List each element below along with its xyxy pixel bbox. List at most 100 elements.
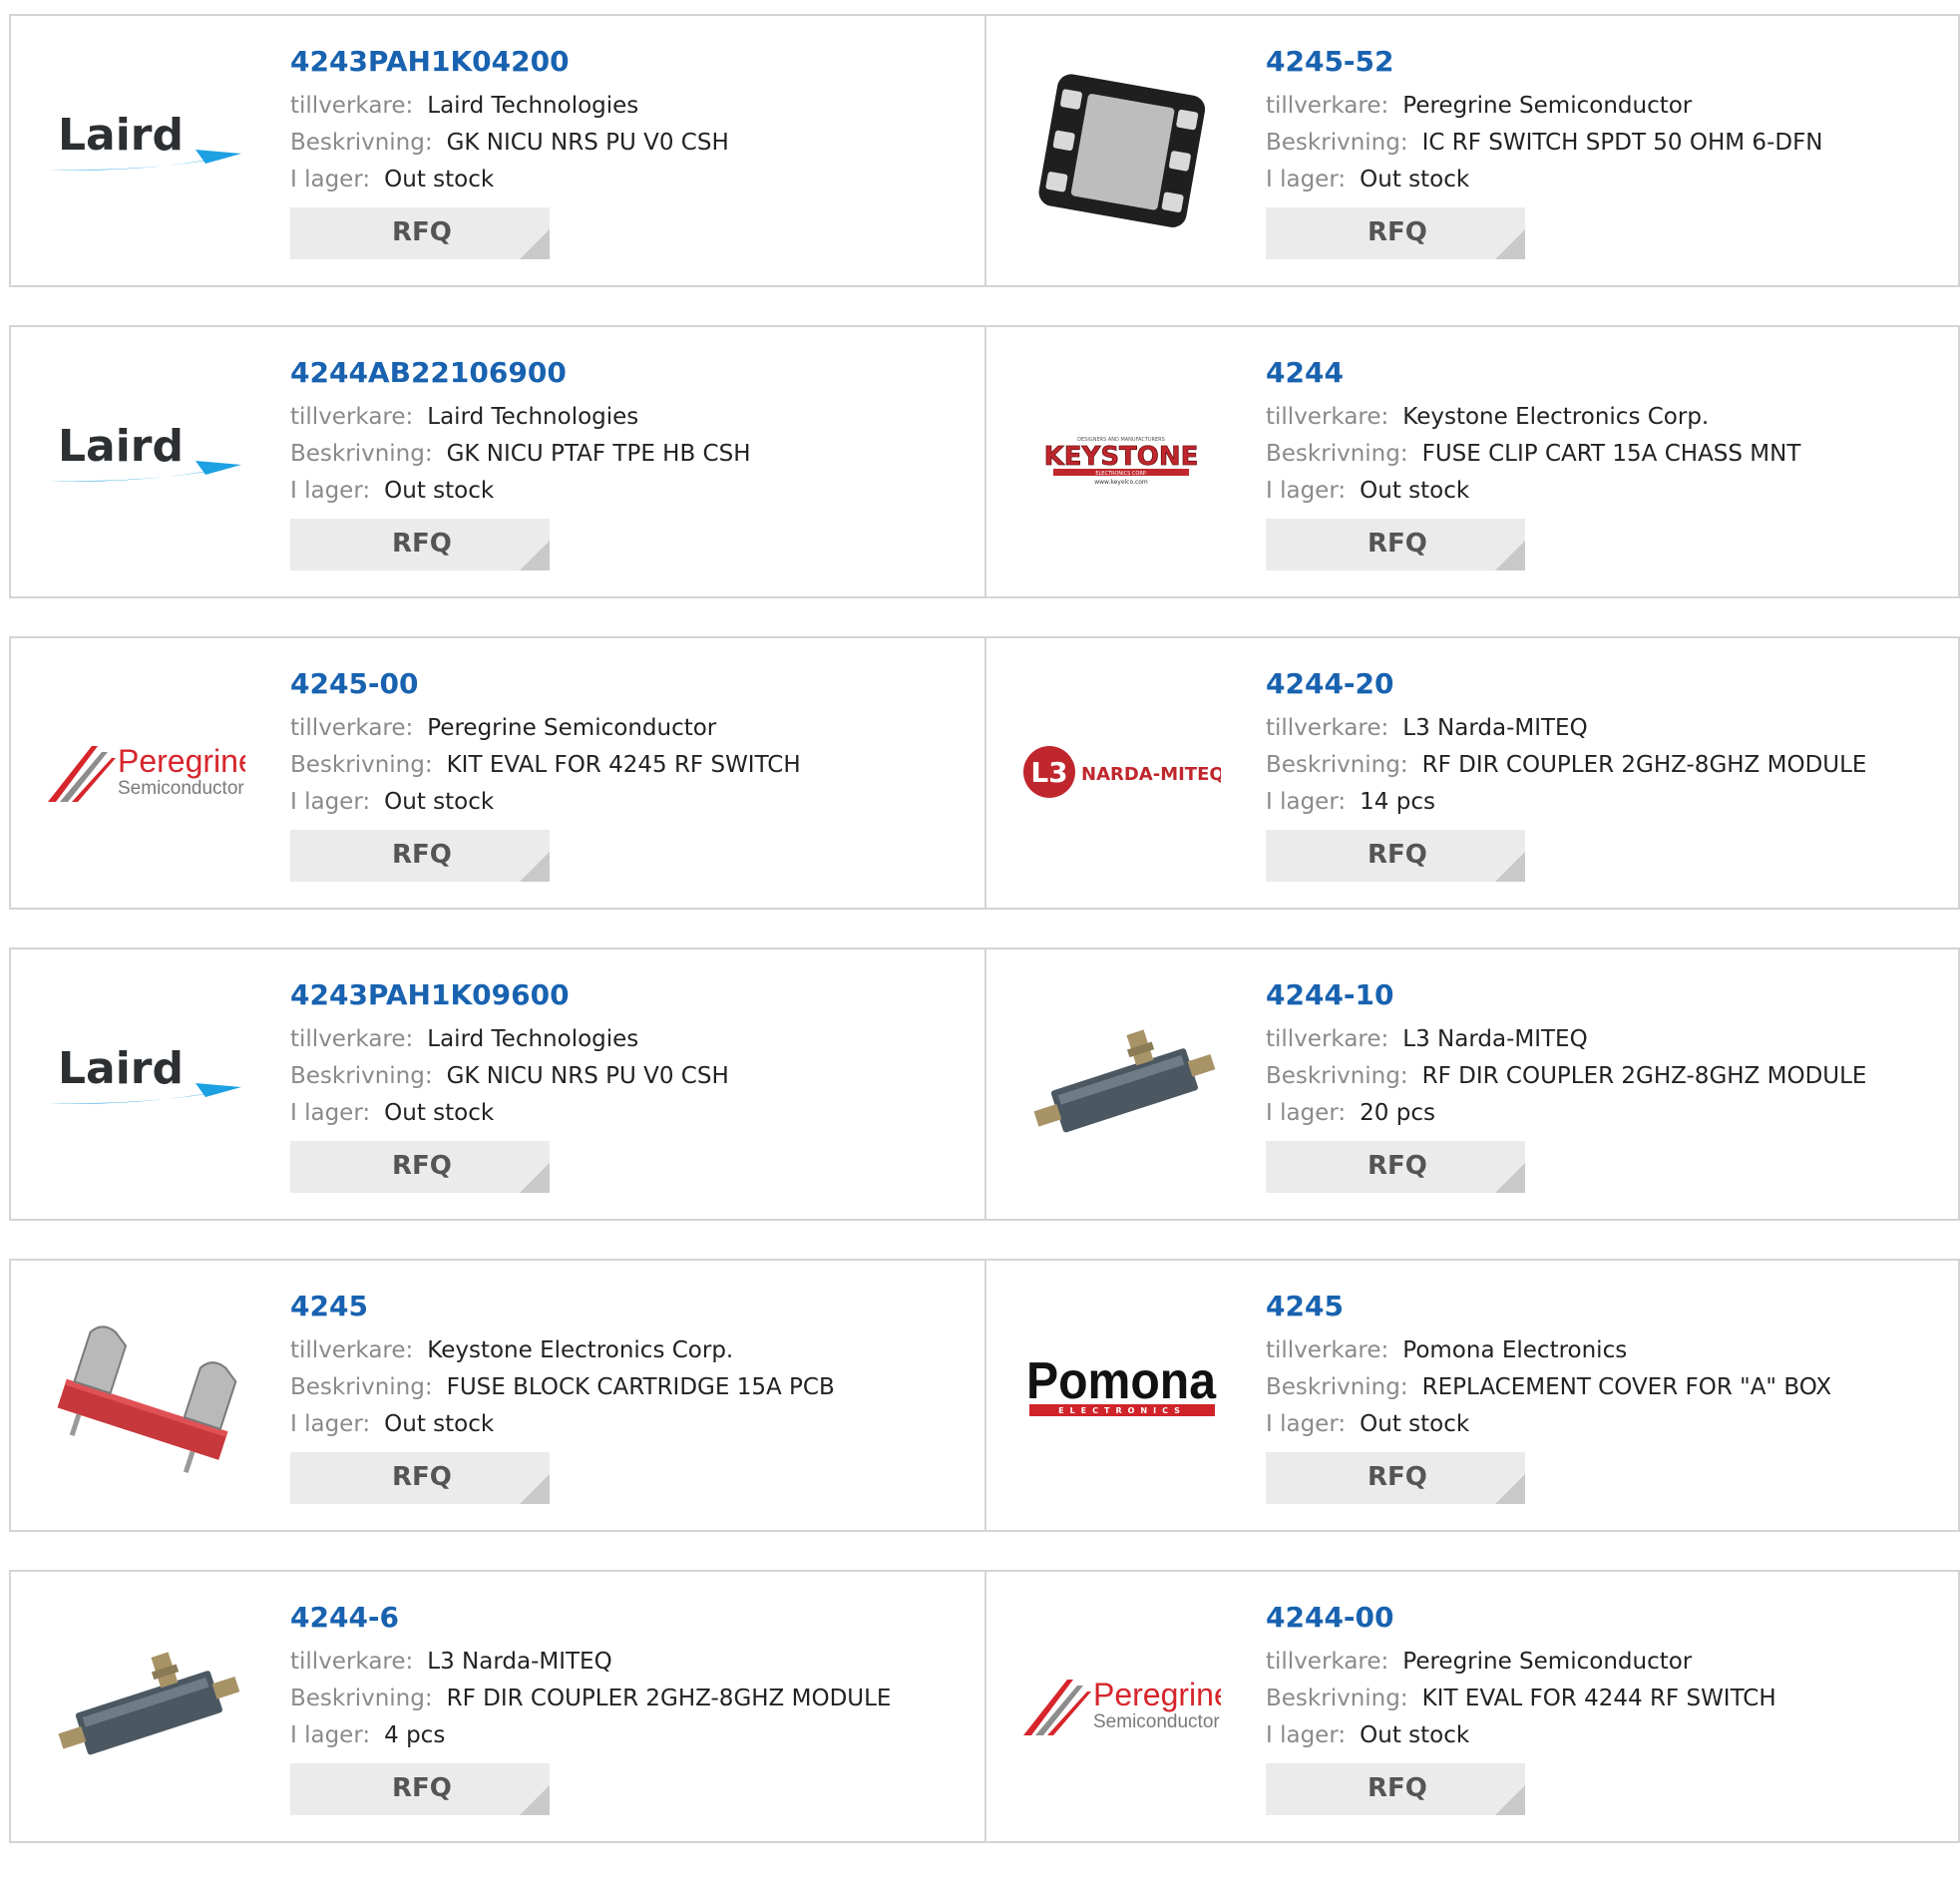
product-thumbnail[interactable] [1021,983,1221,1183]
product-card: 4245 tillverkare: Keystone Electronics Co… [11,1261,984,1530]
manufacturer-line: tillverkare: L3 Narda-MITEQ [1266,710,1948,747]
rfq-button[interactable]: RFQ [1266,1763,1525,1815]
peregrine-logo: Peregrine Semiconductor [48,743,245,802]
manufacturer-label: tillverkare: [1266,93,1389,119]
corner-triangle-icon [520,1163,550,1193]
part-number-link[interactable]: 4243PAH1K04200 [290,44,975,80]
manufacturer-value: L3 Narda-MITEQ [1402,715,1588,741]
product-thumbnail[interactable]: Pomona ELECTRONICS [1021,1295,1221,1494]
rfq-button[interactable]: RFQ [1266,830,1525,882]
part-number-link[interactable]: 4244-6 [290,1600,975,1636]
stock-label: I lager: [1266,789,1347,815]
corner-triangle-icon [1495,541,1525,570]
manufacturer-value: Laird Technologies [427,93,639,119]
corner-triangle-icon [520,1785,550,1815]
product-thumbnail[interactable]: L3 NARDA-MITEQ [1021,672,1221,872]
stock-value: 14 pcs [1360,789,1435,815]
rfq-button[interactable]: RFQ [290,1141,550,1193]
part-number-link[interactable]: 4245-00 [290,666,975,702]
manufacturer-line: tillverkare: L3 Narda-MITEQ [290,1644,975,1681]
corner-triangle-icon [520,852,550,882]
description-label: Beskrivning: [1266,752,1408,778]
manufacturer-line: tillverkare: Peregrine Semiconductor [290,710,975,747]
corner-triangle-icon [520,229,550,259]
product-thumbnail[interactable]: Peregrine Semiconductor [46,672,245,872]
description-value: GK NICU PTAF TPE HB CSH [446,441,751,467]
manufacturer-label: tillverkare: [290,715,414,741]
description-value: KIT EVAL FOR 4245 RF SWITCH [446,752,801,778]
description-line: Beskrivning: GK NICU NRS PU V0 CSH [290,1058,975,1095]
part-number-link[interactable]: 4243PAH1K09600 [290,977,975,1013]
part-number-link[interactable]: 4244-20 [1266,666,1948,702]
manufacturer-label: tillverkare: [1266,404,1389,430]
product-thumbnail[interactable]: Laird [46,983,245,1183]
part-number-link[interactable]: 4245-52 [1266,44,1948,80]
product-thumbnail[interactable]: Laird [46,50,245,249]
description-value: IC RF SWITCH SPDT 50 OHM 6-DFN [1421,130,1823,156]
description-value: RF DIR COUPLER 2GHZ-8GHZ MODULE [446,1686,892,1711]
stock-label: I lager: [1266,167,1347,192]
description-line: Beskrivning: GK NICU NRS PU V0 CSH [290,125,975,162]
product-card: Peregrine Semiconductor 4245-00 tillverk… [11,638,984,908]
part-number-link[interactable]: 4244AB22106900 [290,355,975,391]
rfq-button[interactable]: RFQ [1266,1452,1525,1504]
product-thumbnail[interactable]: Peregrine Semiconductor [1021,1606,1221,1805]
description-label: Beskrivning: [290,752,433,778]
rfq-button[interactable]: RFQ [290,519,550,570]
part-number-link[interactable]: 4245 [290,1289,975,1324]
stock-label: I lager: [290,478,371,504]
product-thumbnail[interactable] [1021,50,1221,249]
description-value: RF DIR COUPLER 2GHZ-8GHZ MODULE [1421,1063,1867,1089]
rfq-button[interactable]: RFQ [290,1452,550,1504]
product-info: 4244-00 tillverkare: Peregrine Semiconduc… [1266,1600,1948,1815]
part-number-link[interactable]: 4244-00 [1266,1600,1948,1636]
manufacturer-label: tillverkare: [290,404,414,430]
narda-logo: L3 NARDA-MITEQ [1023,746,1221,798]
description-line: Beskrivning: RF DIR COUPLER 2GHZ-8GHZ MOD… [1266,1058,1948,1095]
stock-line: I lager: 14 pcs [1266,784,1948,821]
part-number-link[interactable]: 4245 [1266,1289,1948,1324]
rfq-button[interactable]: RFQ [290,830,550,882]
description-label: Beskrivning: [1266,1374,1408,1400]
stock-line: I lager: Out stock [1266,1717,1948,1754]
product-thumbnail[interactable]: Laird [46,361,245,561]
stock-label: I lager: [1266,1722,1347,1748]
part-number-link[interactable]: 4244-10 [1266,977,1948,1013]
description-value: KIT EVAL FOR 4244 RF SWITCH [1421,1686,1776,1711]
product-thumbnail[interactable]: DESIGNERS AND MANUFACTURERS KEYSTONE ELE… [1021,361,1221,561]
description-value: FUSE CLIP CART 15A CHASS MNT [1421,441,1801,467]
rfq-button[interactable]: RFQ [290,1763,550,1815]
corner-triangle-icon [1495,1785,1525,1815]
product-thumbnail[interactable] [46,1606,245,1805]
description-line: Beskrivning: RF DIR COUPLER 2GHZ-8GHZ MOD… [1266,747,1948,784]
product-card: Pomona ELECTRONICS 4245 tillverkare: Pomo… [984,1261,1958,1530]
stock-line: I lager: Out stock [1266,473,1948,510]
description-value: REPLACEMENT COVER FOR "A" BOX [1421,1374,1832,1400]
manufacturer-label: tillverkare: [1266,1026,1389,1052]
manufacturer-line: tillverkare: Pomona Electronics [1266,1332,1948,1369]
description-line: Beskrivning: REPLACEMENT COVER FOR "A" BO… [1266,1369,1948,1406]
corner-triangle-icon [1495,852,1525,882]
rfq-button-label: RFQ [392,217,452,247]
manufacturer-label: tillverkare: [290,1026,414,1052]
rfq-button[interactable]: RFQ [1266,1141,1525,1193]
description-value: GK NICU NRS PU V0 CSH [446,130,729,156]
svg-text:Peregrine: Peregrine [118,743,245,779]
stock-line: I lager: Out stock [290,784,975,821]
manufacturer-label: tillverkare: [1266,1337,1389,1363]
description-label: Beskrivning: [1266,1686,1408,1711]
stock-value: Out stock [1360,478,1470,504]
rfq-button[interactable]: RFQ [1266,519,1525,570]
stock-line: I lager: Out stock [290,1406,975,1443]
description-line: Beskrivning: KIT EVAL FOR 4245 RF SWITCH [290,747,975,784]
rfq-button-label: RFQ [392,1773,452,1803]
product-info: 4245 tillverkare: Pomona Electronics Besk… [1266,1289,1948,1504]
corner-triangle-icon [520,1474,550,1504]
rfq-button[interactable]: RFQ [290,207,550,259]
rfq-button[interactable]: RFQ [1266,207,1525,259]
stock-value: Out stock [384,1100,495,1126]
product-thumbnail[interactable] [46,1295,245,1494]
part-number-link[interactable]: 4244 [1266,355,1948,391]
description-label: Beskrivning: [290,1063,433,1089]
keystone-logo: DESIGNERS AND MANUFACTURERS KEYSTONE ELE… [1043,437,1199,486]
